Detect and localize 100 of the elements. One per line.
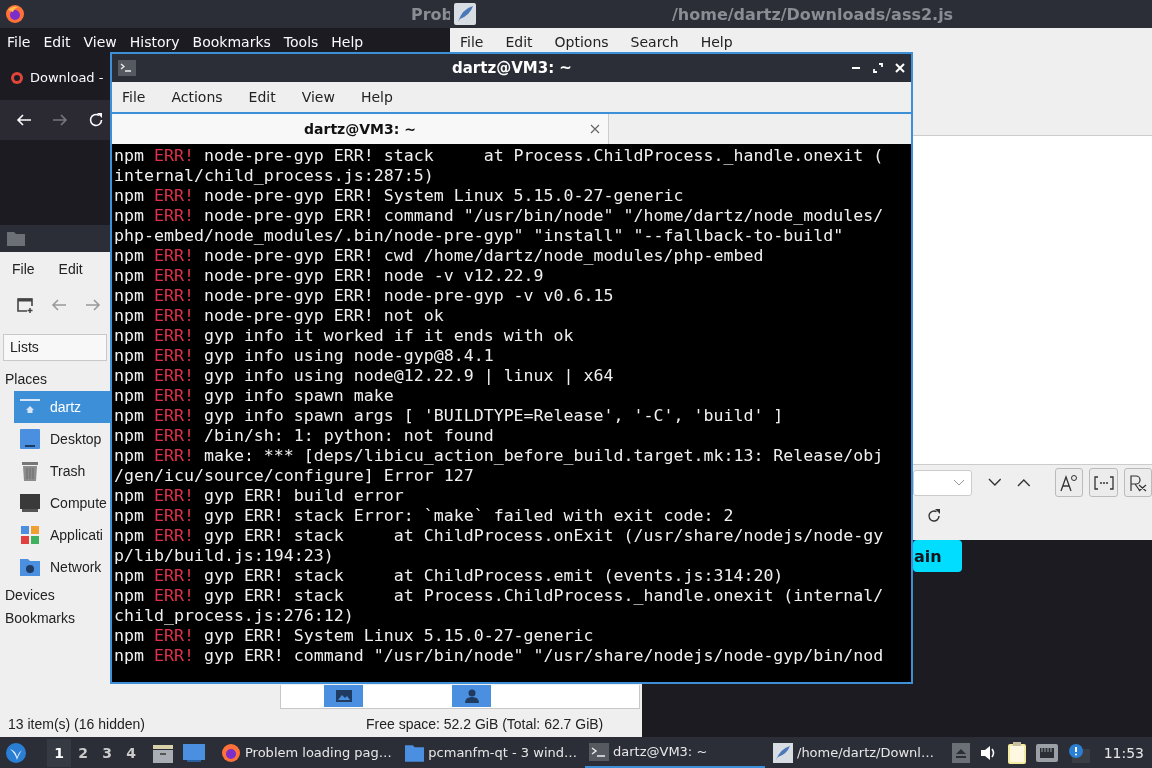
monitor-icon bbox=[20, 494, 40, 512]
back-icon[interactable] bbox=[16, 112, 32, 128]
terminal-line: npm ERR! gyp ERR! stack at ChildProcess.emit (events.js:314:20) bbox=[114, 566, 785, 586]
alert-icon[interactable] bbox=[1067, 742, 1090, 763]
terminal-line: npm ERR! node-pre-gyp ERR! node -v v12.22.9 bbox=[114, 266, 545, 286]
new-tab-icon[interactable] bbox=[17, 297, 33, 313]
place-item[interactable]: Compute bbox=[14, 487, 110, 519]
terminal-line: npm ERR! gyp info spawn make bbox=[114, 386, 395, 406]
whole-word-button[interactable] bbox=[1089, 468, 1118, 497]
folder-icon bbox=[405, 743, 425, 762]
place-item[interactable]: Applicati bbox=[14, 519, 110, 551]
menu-item[interactable]: Edit bbox=[248, 89, 276, 105]
terminal-line: npm ERR! gyp info using node-gyp@8.4.1 bbox=[114, 346, 495, 366]
clock[interactable]: 11:53 bbox=[1103, 744, 1144, 761]
terminal-line: npm ERR! node-pre-gyp ERR! cwd /home/dartz/node_modules/php-embed bbox=[114, 246, 765, 266]
section-heading: Places bbox=[5, 371, 48, 389]
terminal-line: npm ERR! gyp ERR! System Linux 5.15.0-27-generic bbox=[114, 626, 595, 646]
terminal-line: npm ERR! node-pre-gyp ERR! node-pre-gyp -v v0.6.15 bbox=[114, 286, 615, 306]
terminal-line: npm ERR! node-pre-gyp ERR! not ok bbox=[114, 306, 445, 326]
terminal-line: npm ERR! node-pre-gyp ERR! System Linux 5.15.0-27-generic bbox=[114, 186, 685, 206]
menu-item[interactable]: View bbox=[301, 89, 335, 105]
menu-item[interactable]: Bookmarks bbox=[192, 33, 271, 50]
place-item[interactable]: Network bbox=[14, 551, 110, 583]
applications-icon bbox=[20, 526, 40, 544]
show-desktop-icon[interactable] bbox=[183, 743, 205, 762]
terminal-line: npm ERR! gyp ERR! stack at ChildProcess.onExit (/usr/share/nodejs/node-gy bbox=[114, 526, 885, 546]
menu-item[interactable]: Edit bbox=[505, 33, 533, 50]
menu-item[interactable]: Edit bbox=[43, 33, 71, 50]
reload-icon[interactable] bbox=[88, 112, 104, 128]
chevron-down-icon[interactable] bbox=[987, 478, 1002, 487]
font-case-icon bbox=[1059, 473, 1080, 492]
workspace-button[interactable]: 4 bbox=[119, 738, 143, 767]
image-icon bbox=[324, 685, 363, 707]
taskbar-button[interactable]: Problem loading pag… bbox=[217, 737, 397, 768]
terminal-icon bbox=[589, 742, 609, 761]
menu-item[interactable]: Actions bbox=[171, 89, 223, 105]
terminal-line: npm ERR! /bin/sh: 1: python: not found bbox=[114, 426, 495, 446]
terminal-line: npm ERR! make: *** [deps/libicu_action_before_build.target.mk:13: Release/obj bbox=[114, 446, 885, 466]
eject-icon[interactable] bbox=[951, 742, 970, 763]
browser-tab[interactable]: Download - bbox=[8, 66, 106, 89]
window-title: /home/dartz/Downloads/ass2.js bbox=[672, 4, 954, 24]
menu-item[interactable]: History bbox=[129, 33, 180, 50]
workspace-button[interactable]: 2 bbox=[71, 738, 95, 767]
terminal-tab[interactable]: dartz@VM3: ~ bbox=[112, 114, 609, 144]
terminal-line: npm ERR! gyp info using node@12.22.9 | linux | x64 bbox=[114, 366, 615, 386]
terminal-line: npm ERR! node-pre-gyp ERR! command "/usr/bin/node" "/home/dartz/node_modules/ bbox=[114, 206, 885, 226]
search-field[interactable] bbox=[913, 469, 972, 496]
view-mode-dropdown[interactable]: Lists bbox=[3, 334, 107, 361]
menu-item[interactable]: Edit bbox=[58, 260, 83, 277]
taskbar-button[interactable]: pcmanfm-qt - 3 wind… bbox=[401, 737, 581, 768]
taskbar-button[interactable]: dartz@VM3: ~ bbox=[585, 737, 765, 768]
section-heading: Devices bbox=[5, 585, 55, 605]
page-button[interactable]: ain bbox=[913, 540, 962, 572]
terminal-line: npm ERR! gyp info it worked if it ends with ok bbox=[114, 326, 575, 346]
taskbar-button[interactable]: /home/dartz/Downl… bbox=[769, 737, 949, 768]
refresh-icon[interactable] bbox=[927, 509, 941, 523]
feather-icon bbox=[454, 3, 476, 25]
trash-icon bbox=[20, 461, 40, 481]
browser-logo-icon bbox=[10, 70, 24, 85]
start-menu-icon[interactable] bbox=[5, 741, 27, 764]
terminal-line: npm ERR! gyp ERR! build error bbox=[114, 486, 405, 506]
browser-logo-icon bbox=[221, 742, 241, 763]
menu-item[interactable]: Options bbox=[554, 33, 609, 50]
menu-item[interactable]: Help bbox=[331, 33, 364, 50]
place-item[interactable]: Desktop bbox=[14, 423, 110, 455]
file-cabinet-icon[interactable] bbox=[153, 742, 173, 763]
free-space-text: Free space: 52.2 GiB (Total: 62.7 GiB) bbox=[365, 716, 604, 732]
network-icon[interactable] bbox=[1035, 743, 1058, 762]
workspace-button[interactable]: 1 bbox=[47, 738, 71, 767]
folder-icon bbox=[7, 231, 25, 246]
maximize-icon[interactable] bbox=[873, 63, 883, 73]
terminal-line: npm ERR! node-pre-gyp ERR! stack at Process.ChildProcess._handle.onexit ( bbox=[114, 146, 885, 166]
terminal-line: npm ERR! gyp info spawn args [ 'BUILDTYPE=Release', '-C', 'build' ] bbox=[114, 406, 785, 426]
menu-item[interactable]: View bbox=[83, 33, 117, 50]
forward-icon[interactable] bbox=[52, 112, 68, 128]
menu-item[interactable]: Help bbox=[360, 89, 393, 105]
brackets-icon bbox=[1093, 475, 1114, 490]
clipboard-icon[interactable] bbox=[1007, 741, 1026, 764]
menu-item[interactable]: Tools bbox=[283, 33, 319, 50]
workspace-button[interactable]: 3 bbox=[95, 738, 119, 767]
menu-item[interactable]: File bbox=[460, 33, 484, 50]
terminal-line: child_process.js:276:12) bbox=[114, 606, 355, 626]
browser-logo-icon bbox=[5, 4, 25, 24]
terminal-line: npm ERR! gyp ERR! command "/usr/bin/node" "/usr/share/nodejs/node-gyp/bin/nod bbox=[114, 646, 885, 666]
match-case-button[interactable] bbox=[1055, 468, 1084, 497]
terminal-line: php-embed/node_modules/.bin/node-pre-gyp" "install" "--fallback-to-build" bbox=[114, 226, 845, 246]
terminal-line: internal/child_process.js:287:5) bbox=[114, 166, 435, 186]
menu-item[interactable]: File bbox=[122, 89, 146, 105]
regex-button[interactable] bbox=[1123, 468, 1152, 497]
terminal-line: npm ERR! gyp ERR! stack Error: `make` failed with exit code: 2 bbox=[114, 506, 735, 526]
menu-item[interactable]: Help bbox=[700, 33, 733, 50]
desktop-icon bbox=[20, 429, 40, 449]
user-folder-icon bbox=[452, 685, 491, 707]
window-title: dartz@VM3: ~ bbox=[452, 59, 572, 77]
menu-item[interactable]: File bbox=[12, 260, 35, 277]
menu-item[interactable]: File bbox=[7, 33, 31, 50]
file-view[interactable] bbox=[280, 685, 640, 709]
chevron-up-icon[interactable] bbox=[1017, 478, 1031, 487]
menu-item[interactable]: Search bbox=[630, 33, 679, 50]
place-item[interactable]: Trash bbox=[14, 455, 110, 487]
